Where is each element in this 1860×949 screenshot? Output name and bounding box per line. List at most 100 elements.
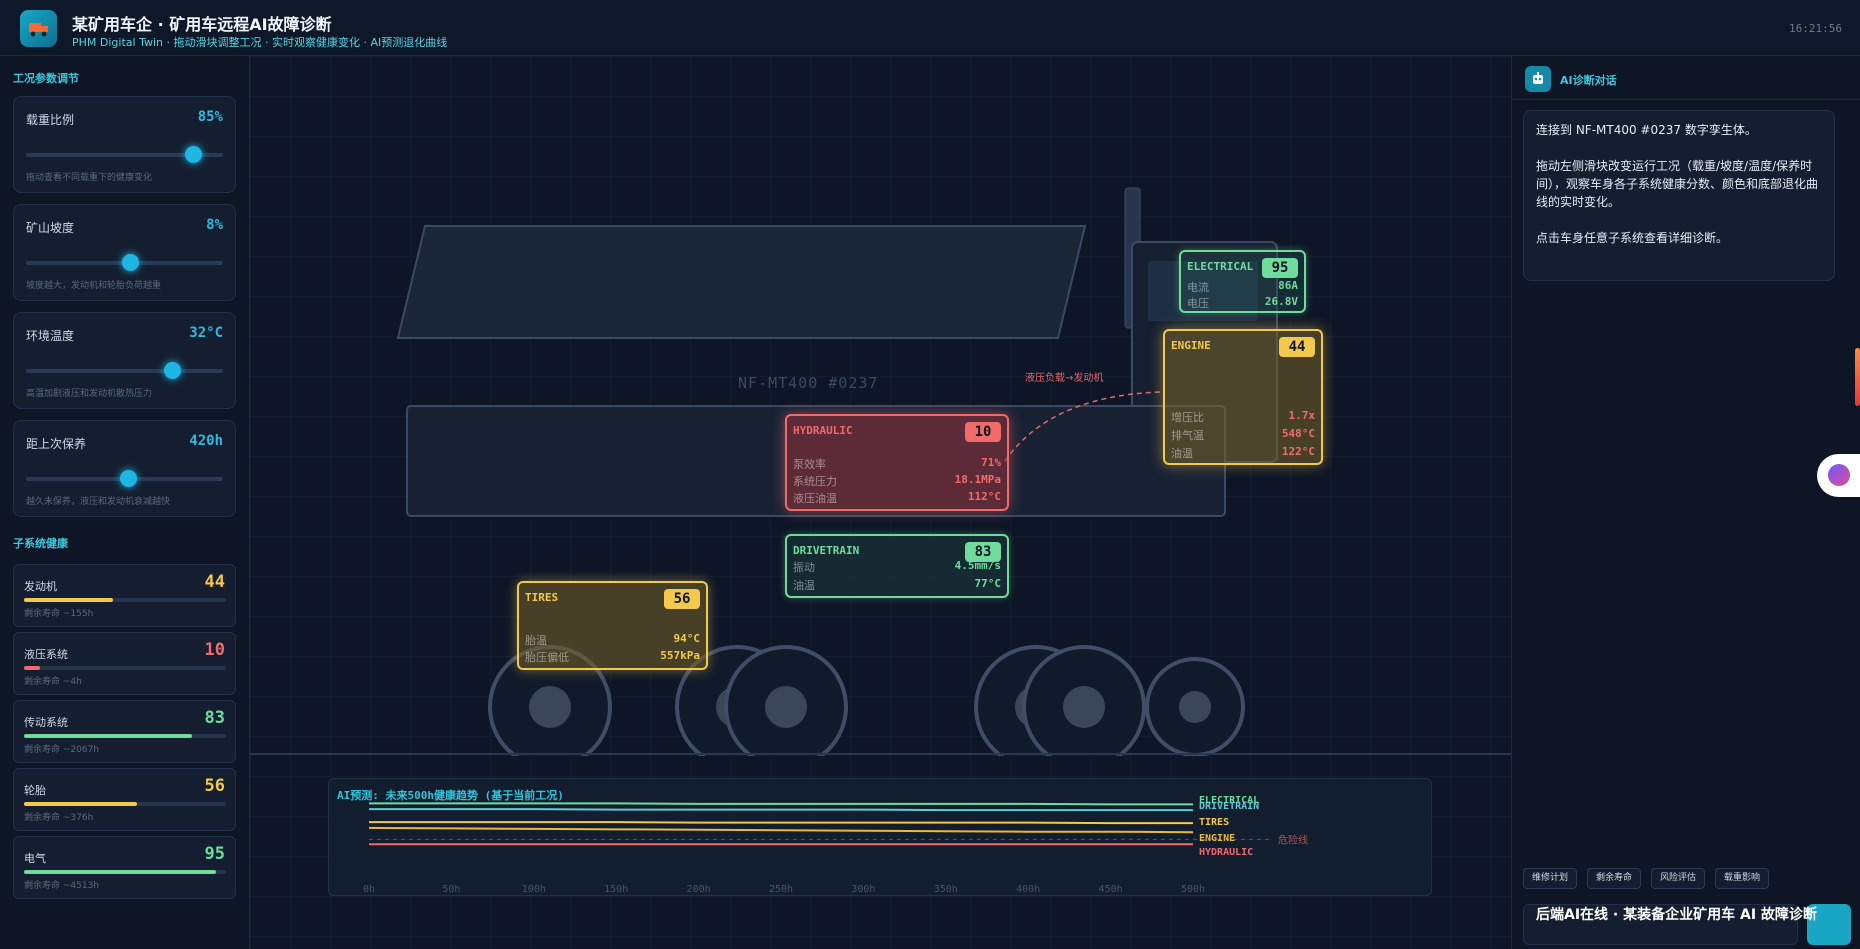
x-tick-label: 400h (1016, 884, 1040, 895)
danger-line-label: 危险线 (1278, 833, 1308, 846)
series-line-engine (368, 826, 1194, 834)
remaining-life: 剩余寿命 ~4513h (24, 881, 100, 891)
x-tick-label: 200h (687, 884, 711, 895)
health-bar (24, 598, 226, 602)
params-section-title: 工况参数调节 (13, 72, 79, 85)
remaining-life: 剩余寿命 ~155h (24, 609, 94, 619)
grade-slider-handle[interactable] (122, 254, 140, 271)
temperature-slider-track[interactable] (26, 369, 223, 373)
metric-value: 122°C (1281, 445, 1315, 458)
metric-row: 胎温 94°C (525, 632, 700, 648)
metric-row: 增压比 1.7x (1171, 409, 1315, 425)
floating-assistant-button[interactable] (1817, 454, 1860, 497)
remaining-life: 剩余寿命 ~2067h (24, 745, 100, 755)
metric-key: 电压 (1187, 297, 1209, 310)
metric-value: 557kPa (660, 649, 700, 662)
x-tick-label: 300h (851, 884, 875, 895)
influence-annotation: 液压负载→发动机 (1025, 373, 1104, 384)
health-label: 传动系统 (24, 716, 68, 729)
maintenance-slider-handle[interactable] (120, 470, 138, 487)
quick-remaining-life-button[interactable]: 剩余寿命 (1587, 868, 1642, 889)
assistant-icon (1828, 464, 1850, 486)
param-value: 32°C (189, 325, 223, 341)
health-label: 发动机 (24, 580, 57, 593)
subsystem-score: 95 (1262, 258, 1298, 278)
health-section-title: 子系统健康 (13, 537, 68, 550)
subsystem-name: TIRES (525, 591, 559, 604)
app-header: 某矿用车企 · 矿用车远程AI故障诊断 PHM Digital Twin · 拖… (0, 0, 1860, 56)
health-card-drivetrain[interactable]: 传动系统 83 剩余寿命 ~2067h (13, 700, 236, 763)
metric-key: 油温 (1171, 447, 1193, 460)
metric-row: 系统压力 18.1MPa (793, 473, 1001, 489)
x-tick-label: 450h (1099, 884, 1123, 895)
subsystem-score: 10 (965, 422, 1001, 442)
health-bar-fill (24, 870, 216, 874)
subsystem-card-tires[interactable]: TIRES 56 胎温 94°C 胎压偏低 557kPa (517, 581, 708, 670)
param-hint: 坡度越大，发动机和轮胎负荷越重 (26, 281, 162, 291)
digital-twin-canvas: NF-MT400 #0237 液压负载→发动机 ELECTRICAL 95 电流… (250, 56, 1511, 949)
param-value: 8% (206, 217, 223, 233)
metric-row: 油温 122°C (1171, 445, 1315, 461)
health-bar (24, 734, 226, 738)
health-label: 电气 (24, 852, 46, 865)
metric-value: 548°C (1281, 427, 1315, 440)
series-line-electrical (369, 802, 1193, 806)
subsystem-card-engine[interactable]: ENGINE 44 增压比 1.7x 排气温 548°C 油温 122°C (1163, 329, 1323, 465)
metric-row: 泵效率 71% (793, 456, 1001, 472)
message-line: 点击车身任意子系统查看详细诊断。 (1536, 231, 1729, 245)
forecast-panel: AI预测: 未来500h健康趋势 (基于当前工况) 危险线 ELECTRICAL D… (328, 778, 1432, 896)
metric-row: 胎压偏低 557kPa (525, 649, 700, 665)
left-sidebar: 工况参数调节 载重比例 85% 拖动查看不同载重下的健康变化 矿山坡度 8% 坡… (0, 56, 250, 949)
subsystem-name: HYDRAULIC (793, 424, 853, 437)
subsystem-name: DRIVETRAIN (793, 544, 860, 557)
metric-key: 排气温 (1171, 429, 1204, 442)
quick-risk-assessment-button[interactable]: 风险评估 (1651, 868, 1706, 889)
scroll-indicator[interactable] (1855, 348, 1860, 406)
metric-row: 电流 86A (1187, 279, 1298, 295)
quick-load-impact-button[interactable]: 载重影响 (1715, 868, 1770, 889)
x-tick-label: 100h (522, 884, 546, 895)
subsystem-card-drivetrain[interactable]: DRIVETRAIN 83 振动 4.5mm/s 油温 77°C (785, 534, 1009, 598)
metric-value: 1.7x (1288, 409, 1316, 422)
subsystem-card-electrical[interactable]: ELECTRICAL 95 电流 86A 电压 26.8V (1179, 250, 1306, 313)
forecast-chart: 危险线ELECTRICALDRIVETRAINTIRESENGINEHYDRAU… (363, 795, 1308, 895)
param-value: 85% (197, 109, 223, 125)
metric-key: 胎温 (525, 634, 547, 647)
metric-row: 排气温 548°C (1171, 427, 1315, 443)
health-bar-fill (24, 666, 41, 670)
temperature-slider-handle[interactable] (163, 362, 181, 379)
metric-key: 泵效率 (793, 458, 826, 471)
legend-label-engine: ENGINE (1199, 833, 1235, 844)
health-score: 56 (204, 776, 225, 796)
x-tick-label: 150h (604, 884, 628, 895)
ground-line (250, 753, 1511, 755)
param-hint: 高温加剧液压和发动机散热压力 (26, 389, 153, 399)
subsystem-score: 56 (664, 589, 700, 609)
health-bar-fill (24, 802, 138, 806)
metric-key: 系统压力 (793, 475, 837, 488)
health-bar-fill (24, 734, 192, 738)
health-card-electrical[interactable]: 电气 95 剩余寿命 ~4513h (13, 836, 236, 899)
param-maintenance: 距上次保养 420h 越久未保养，液压和发动机衰减越快 (13, 420, 236, 517)
chat-header: AI诊断对话 (1512, 56, 1860, 100)
remaining-life: 剩余寿命 ~376h (24, 813, 94, 823)
metric-key: 胎压偏低 (525, 651, 569, 664)
param-temperature: 环境温度 32°C 高温加剧液压和发动机散热压力 (13, 312, 236, 409)
metric-key: 液压油温 (793, 492, 837, 505)
clock: 16:21:56 (1789, 22, 1842, 35)
health-card-hydraulic[interactable]: 液压系统 10 剩余寿命 ~4h (13, 632, 236, 695)
quick-maintenance-plan-button[interactable]: 维修计划 (1523, 868, 1578, 889)
param-value: 420h (189, 433, 223, 449)
metric-value: 77°C (974, 577, 1002, 590)
metric-value: 86A (1278, 279, 1298, 292)
metric-key: 电流 (1187, 281, 1209, 294)
subsystem-score: 44 (1279, 337, 1315, 357)
vehicle-label: NF-MT400 #0237 (738, 374, 879, 392)
param-grade: 矿山坡度 8% 坡度越大，发动机和轮胎负荷越重 (13, 204, 236, 301)
subsystem-card-hydraulic[interactable]: HYDRAULIC 10 泵效率 71% 系统压力 18.1MPa 液压油温 112°… (785, 414, 1009, 511)
param-load: 载重比例 85% 拖动查看不同载重下的健康变化 (13, 96, 236, 193)
health-card-engine[interactable]: 发动机 44 剩余寿命 ~155h (13, 564, 236, 627)
metric-key: 振动 (793, 561, 815, 574)
health-card-tires[interactable]: 轮胎 56 剩余寿命 ~376h (13, 768, 236, 831)
load-slider-handle[interactable] (185, 146, 203, 163)
